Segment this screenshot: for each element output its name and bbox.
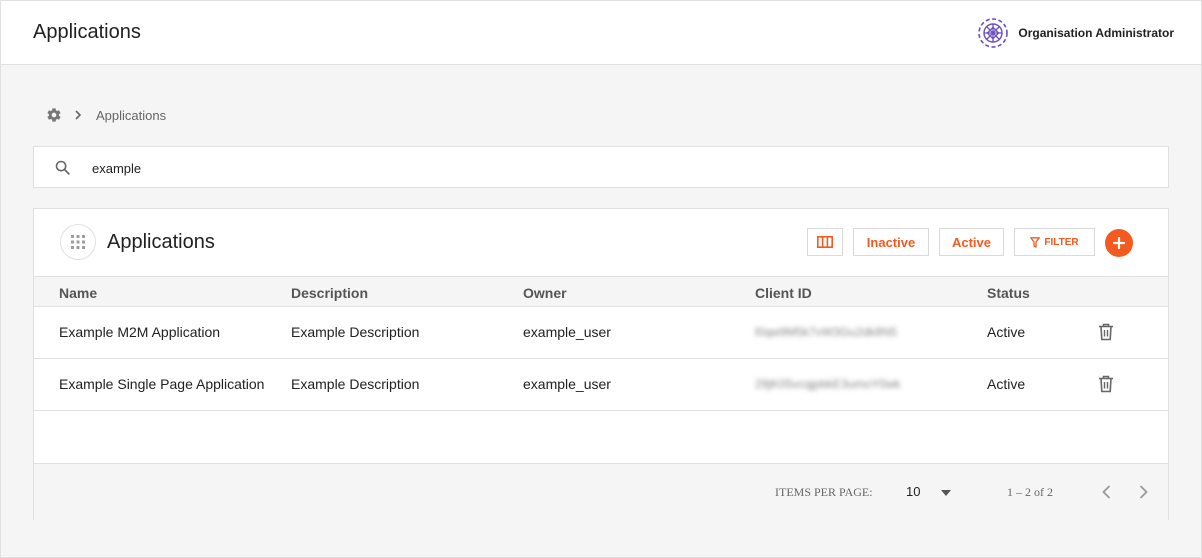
search-input[interactable]	[92, 158, 1092, 178]
filter-button[interactable]: FILTER	[1014, 228, 1095, 256]
top-bar: Applications Organisation Administrator	[1, 1, 1201, 65]
add-application-button[interactable]	[1105, 229, 1133, 257]
pagination-range: 1 – 2 of 2	[1007, 485, 1053, 499]
delete-icon[interactable]	[1098, 323, 1114, 341]
columns-button[interactable]	[807, 228, 843, 256]
user-name: Organisation Administrator	[1018, 26, 1174, 40]
columns-icon	[817, 236, 833, 248]
grid-icon	[60, 224, 96, 260]
breadcrumb-current: Applications	[96, 107, 167, 123]
table-row[interactable]: Example M2M Application Example Descript…	[34, 307, 1168, 359]
column-header-client-id[interactable]: Client ID	[755, 285, 812, 301]
filter-icon	[1030, 236, 1041, 248]
inactive-filter-button[interactable]: Inactive	[853, 228, 929, 256]
gear-icon[interactable]	[46, 107, 62, 123]
cell-client-id: l0qw9M5k7vW3Gu2dk8N5	[755, 325, 898, 339]
items-per-page-label: ITEMS PER PAGE:	[775, 485, 873, 499]
dropdown-caret-icon[interactable]	[941, 490, 951, 496]
applications-card: Applications Inactive Active FILTER Name…	[33, 208, 1169, 520]
cell-name: Example M2M Application	[59, 324, 221, 340]
card-header: Applications Inactive Active FILTER	[34, 209, 1168, 276]
cell-status: Active	[987, 376, 1026, 392]
column-header-description[interactable]: Description	[291, 285, 368, 301]
cell-client-id: 29jK05vcqjpbkE3umoY0wk	[755, 377, 901, 391]
page-title: Applications	[33, 21, 141, 43]
apps-grid-icon	[71, 235, 85, 249]
chevron-right-icon	[75, 110, 82, 120]
cell-description: Example Description	[291, 324, 420, 340]
items-per-page-select[interactable]: 10	[906, 484, 920, 499]
chevron-left-icon[interactable]	[1100, 484, 1114, 500]
cell-name: Example Single Page Application	[59, 376, 265, 392]
column-header-status[interactable]: Status	[987, 285, 1030, 301]
column-header-owner[interactable]: Owner	[523, 285, 567, 301]
organisation-logo-icon	[978, 18, 1009, 48]
user-menu[interactable]: Organisation Administrator	[977, 17, 1174, 49]
plus-icon	[1113, 237, 1125, 249]
chevron-right-icon[interactable]	[1136, 484, 1150, 500]
card-title: Applications	[107, 231, 215, 253]
delete-icon[interactable]	[1098, 375, 1114, 393]
active-filter-button[interactable]: Active	[939, 228, 1004, 256]
table-row[interactable]: Example Single Page Application Example …	[34, 359, 1168, 411]
cell-owner: example_user	[523, 376, 611, 392]
filter-button-label: FILTER	[1044, 236, 1079, 248]
search-icon	[55, 160, 70, 175]
cell-description: Example Description	[291, 376, 420, 392]
cell-status: Active	[987, 324, 1026, 340]
search-bar	[33, 146, 1169, 188]
column-header-name[interactable]: Name	[59, 285, 97, 301]
table-header: Name Description Owner Client ID Status	[34, 276, 1168, 307]
cell-owner: example_user	[523, 324, 611, 340]
breadcrumb: Applications	[46, 107, 166, 123]
table-footer: ITEMS PER PAGE: 10 1 – 2 of 2	[34, 463, 1168, 520]
